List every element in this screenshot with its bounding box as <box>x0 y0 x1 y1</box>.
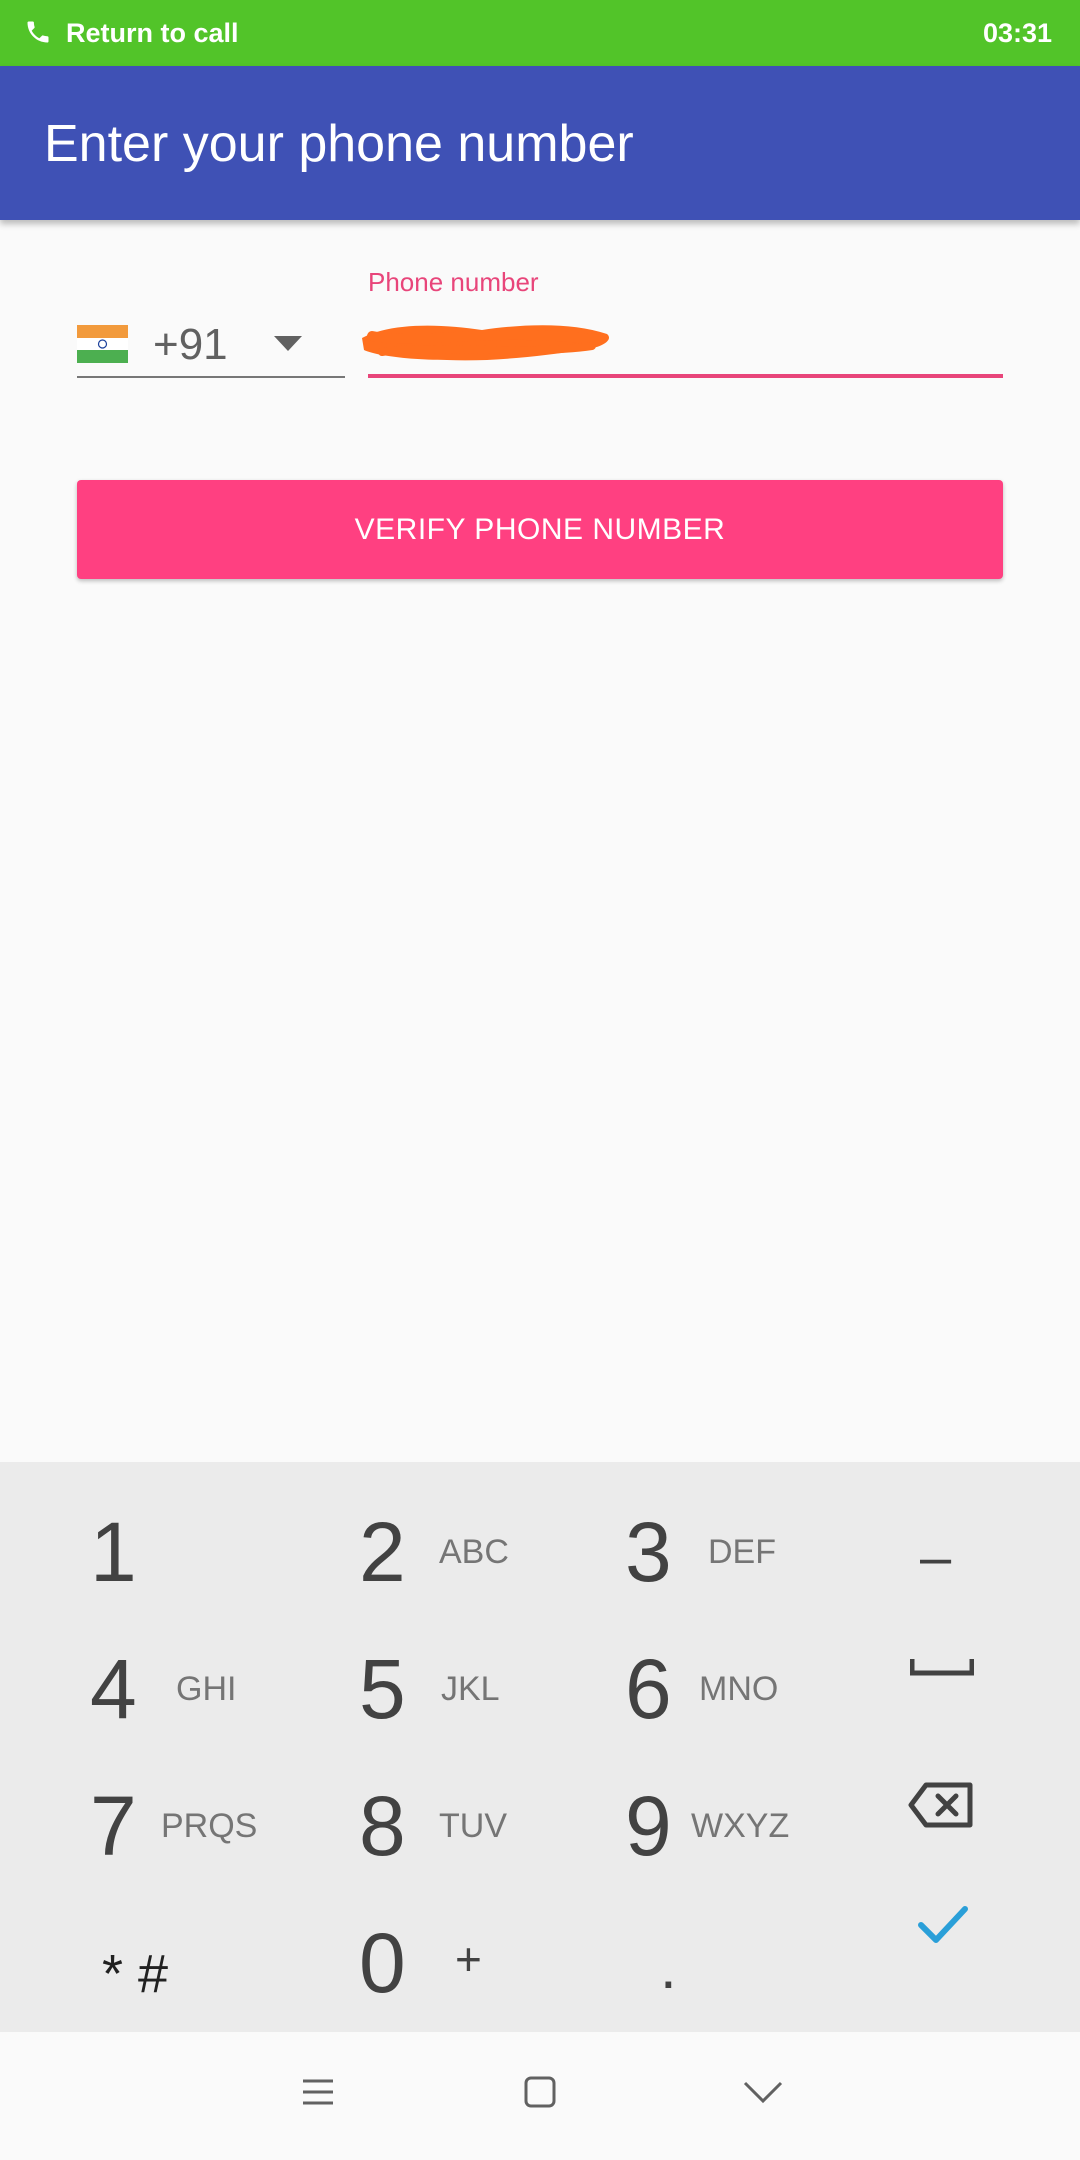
menu-icon[interactable] <box>302 2078 334 2106</box>
key-backspace[interactable] <box>860 1736 1060 1873</box>
key-dash[interactable]: – <box>860 1462 1060 1599</box>
space-icon <box>910 1659 974 1676</box>
status-bar: Return to call 03:31 <box>0 0 1080 66</box>
page-title: Enter your phone number <box>44 115 634 173</box>
key-digit: 1 <box>90 1505 137 1599</box>
key-letters: ABC <box>439 1533 509 1571</box>
key-letters: TUV <box>439 1807 507 1845</box>
key-0[interactable]: 0 + <box>310 1873 550 2010</box>
key-digit: 3 <box>625 1505 672 1599</box>
key-1[interactable]: 1 <box>40 1462 280 1599</box>
key-digit: 0 <box>359 1916 406 2010</box>
clock: 03:31 <box>982 18 1052 48</box>
phone-call-icon[interactable] <box>24 18 52 46</box>
dropdown-arrow-icon[interactable] <box>274 336 302 352</box>
back-chevron-icon[interactable] <box>743 2080 783 2104</box>
key-digit: 4 <box>90 1642 137 1736</box>
key-3[interactable]: 3 DEF <box>580 1462 820 1599</box>
key-letters: DEF <box>708 1533 776 1571</box>
key-star-hash[interactable]: * # <box>40 1873 280 2010</box>
key-done[interactable] <box>860 1873 1060 2010</box>
key-4[interactable]: 4 GHI <box>40 1599 280 1736</box>
done-check-icon <box>918 1906 968 1943</box>
verify-phone-number-button[interactable]: VERIFY PHONE NUMBER <box>77 480 1003 579</box>
numeric-keypad: 1 2 ABC 3 DEF – 4 GHI 5 JKL 6 MNO 7 PRQS… <box>0 1462 1080 2032</box>
key-star-hash-label: * # <box>102 1944 169 2004</box>
key-digit: 2 <box>359 1505 406 1599</box>
country-code-picker[interactable]: +91 <box>77 310 345 378</box>
app-bar: Enter your phone number <box>0 66 1080 220</box>
key-letters: PRQS <box>161 1807 258 1845</box>
redaction-scribble <box>362 325 610 361</box>
key-digit: 6 <box>625 1642 672 1736</box>
key-digit: 7 <box>90 1779 137 1873</box>
key-letters: MNO <box>699 1670 779 1708</box>
key-space[interactable] <box>860 1599 1060 1736</box>
key-7[interactable]: 7 PRQS <box>40 1736 280 1873</box>
key-digit: 5 <box>359 1642 406 1736</box>
phone-number-label: Phone number <box>368 267 539 297</box>
backspace-icon <box>908 1782 973 1828</box>
key-dash-label: – <box>920 1525 952 1588</box>
key-letters: + <box>455 1933 482 1985</box>
key-dot[interactable]: . <box>580 1873 820 2010</box>
return-to-call-link[interactable]: Return to call <box>66 16 239 50</box>
key-5[interactable]: 5 JKL <box>310 1599 550 1736</box>
key-9[interactable]: 9 WXYZ <box>580 1736 820 1873</box>
key-letters: GHI <box>176 1670 237 1708</box>
key-letters: JKL <box>441 1670 500 1708</box>
key-2[interactable]: 2 ABC <box>310 1462 550 1599</box>
country-code: +91 <box>153 320 228 369</box>
india-flag-icon <box>77 325 128 363</box>
key-6[interactable]: 6 MNO <box>580 1599 820 1736</box>
home-icon[interactable] <box>524 2076 556 2108</box>
navigation-bar <box>0 2032 1080 2160</box>
phone-number-field[interactable]: Phone number <box>362 262 1003 378</box>
key-dot-label: . <box>660 1934 677 2001</box>
key-digit: 9 <box>625 1779 672 1873</box>
key-letters: WXYZ <box>691 1807 790 1845</box>
key-8[interactable]: 8 TUV <box>310 1736 550 1873</box>
phone-field-underline <box>368 374 1003 378</box>
key-digit: 8 <box>359 1779 406 1873</box>
